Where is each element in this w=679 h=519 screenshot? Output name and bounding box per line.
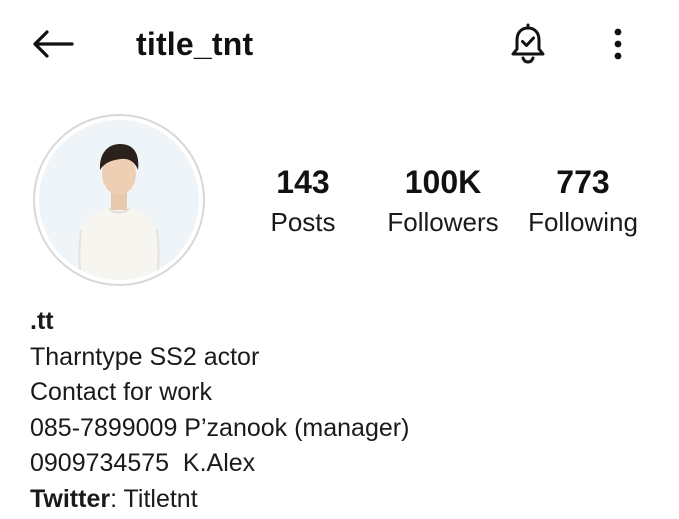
- posts-stat[interactable]: 143 Posts: [228, 162, 378, 242]
- profile-avatar[interactable]: [33, 114, 205, 286]
- notifications-button[interactable]: [504, 20, 552, 68]
- following-label: Following: [528, 207, 638, 237]
- posts-count: 143: [276, 164, 330, 200]
- arrow-left-icon: [33, 30, 74, 58]
- twitter-line: Twitter: Titletnt: [30, 482, 650, 518]
- followers-count: 100K: [404, 164, 482, 200]
- more-vertical-icon: [614, 28, 622, 60]
- bell-check-icon: [511, 23, 545, 64]
- profile-username: title_tnt: [136, 26, 254, 62]
- twitter-separator: :: [110, 484, 124, 513]
- followers-stat[interactable]: 100K Followers: [368, 162, 518, 242]
- back-button[interactable]: [28, 22, 76, 66]
- more-options-button[interactable]: [598, 20, 638, 68]
- twitter-label: Twitter: [30, 484, 111, 513]
- bio-line: 0909734575 K.Alex: [30, 449, 256, 477]
- profile-bio: .tt Tharntype SS2 actor Contact for work…: [30, 304, 650, 517]
- person-photo-icon: [39, 120, 199, 280]
- bio-line: 085-7899009 P’zanook (manager): [30, 413, 410, 442]
- bio-line: Contact for work: [30, 378, 213, 406]
- following-count: 773: [556, 164, 610, 200]
- display-name: .tt: [30, 307, 54, 335]
- twitter-handle: Titletnt: [123, 484, 198, 513]
- avatar-image: [39, 120, 199, 280]
- posts-label: Posts: [270, 207, 336, 237]
- followers-label: Followers: [387, 207, 499, 237]
- following-stat[interactable]: 773 Following: [508, 162, 658, 242]
- top-app-bar: title_tnt: [0, 0, 679, 90]
- bio-line: Tharntype SS2 actor: [30, 342, 260, 371]
